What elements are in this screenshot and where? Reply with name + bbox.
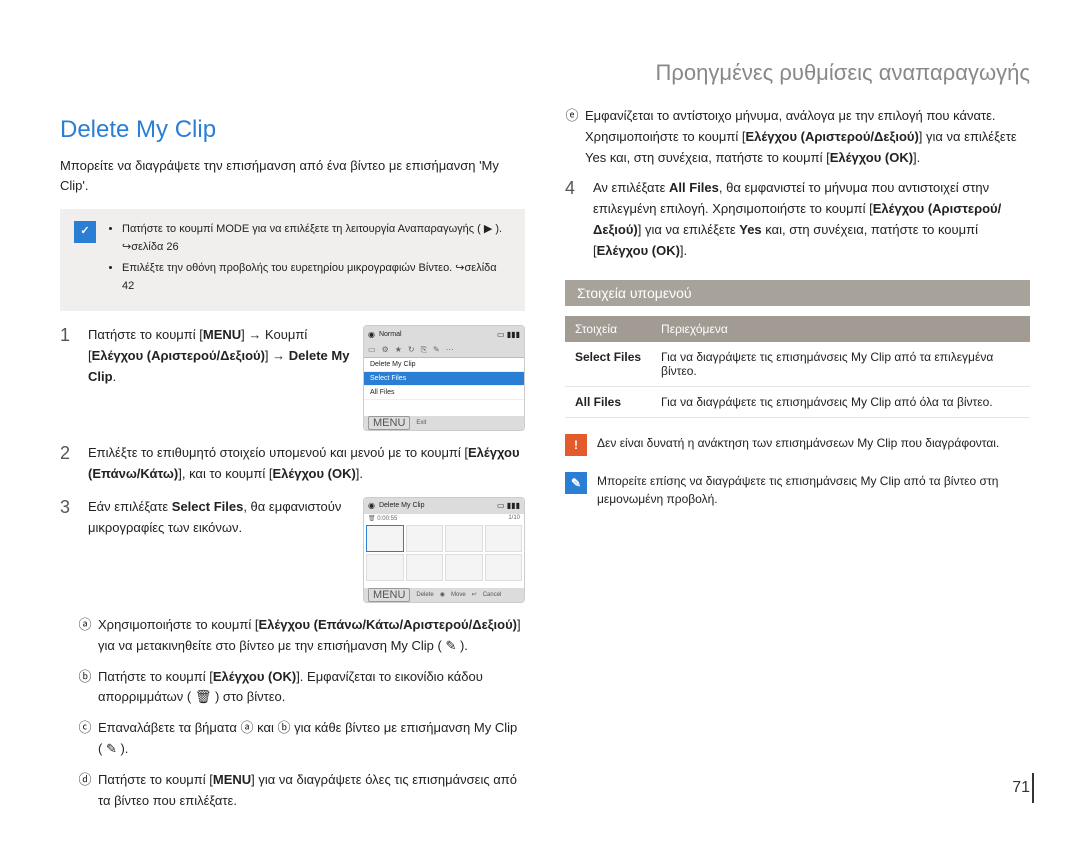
pencil-icon: ✎ (565, 472, 587, 494)
warning-note: ! Δεν είναι δυνατή η ανάκτηση των επισημ… (565, 434, 1030, 456)
thumbnail (485, 525, 523, 552)
checkmark-icon: ✓ (74, 221, 96, 243)
substep-d: ⓓ Πατήστε το κουμπί [MENU] για να διαγρά… (78, 770, 525, 812)
chapter-title: Προηγμένες ρυθμίσεις αναπαραγωγής (60, 60, 1030, 86)
thumbnail (445, 554, 483, 581)
menu-item-selected: Select Files (364, 372, 524, 386)
note-bullet: Επιλέξτε την οθόνη προβολής του ευρετηρί… (122, 260, 511, 295)
table-row: All Files Για να διαγράψετε τις επισημάν… (565, 386, 1030, 417)
table-header-item: Στοιχεία (565, 316, 651, 342)
menu-item: All Files (364, 386, 524, 400)
video-icon: ▭ (368, 345, 376, 354)
table-row: Select Files Για να διαγράψετε τις επιση… (565, 342, 1030, 387)
page-number: 71 (1012, 779, 1030, 797)
substep-e: ⓔ Εμφανίζεται το αντίστοιχο μήνυμα, ανάλ… (565, 106, 1030, 168)
step-number: 2 (60, 443, 78, 485)
lcd-screenshot-thumbnails: ◉ Delete My Clip ▭ ▮▮▮ 🗑 0:00:55 1/10 (363, 497, 525, 603)
section-title: Delete My Clip (60, 116, 525, 144)
step-3-text: Εάν επιλέξατε Select Files, θα εμφανιστο… (88, 497, 353, 603)
note-box: ✓ Πατήστε το κουμπί MODE για να επιλέξετ… (60, 209, 525, 311)
thumbnail (366, 525, 404, 552)
camera-icon: ◉ (368, 501, 375, 510)
lcd-screenshot-menu: ◉ Normal ▭ ▮▮▮ ▭ ⚙★↻⎘✎⋯ Delete My Clip S… (363, 325, 525, 431)
menu-key-icon: MENU (368, 416, 410, 430)
thumbnail (406, 554, 444, 581)
step-4-text: Αν επιλέξατε All Files, θα εμφανιστεί το… (593, 178, 1030, 261)
substep-b: ⓑ Πατήστε το κουμπί [Ελέγχου (OK)]. Εμφα… (78, 667, 525, 709)
intro-text: Μπορείτε να διαγράψετε την επισήμανση απ… (60, 156, 525, 195)
step-number: 4 (565, 178, 583, 261)
duration-text: 🗑 0:00:55 (368, 515, 397, 522)
thumbnail (366, 554, 404, 581)
substep-a: ⓐ Χρησιμοποιήστε το κουμπί [Ελέγχου (Επά… (78, 615, 525, 657)
count-text: 1/10 (508, 515, 520, 522)
battery-icon: ▭ ▮▮▮ (497, 501, 520, 510)
substep-c: ⓒ Επαναλάβετε τα βήματα ⓐ και ⓑ για κάθε… (78, 718, 525, 760)
step-1-text: Πατήστε το κουμπί [MENU] → Κουμπί [Ελέγχ… (88, 325, 353, 431)
battery-icon: ▭ ▮▮▮ (497, 330, 520, 339)
camera-icon: ◉ (368, 330, 375, 339)
thumbnail (485, 554, 523, 581)
step-number: 1 (60, 325, 78, 431)
step-number: 3 (60, 497, 78, 603)
step-2-text: Επιλέξτε το επιθυμητό στοιχείο υπομενού … (88, 443, 525, 485)
menu-item: Delete My Clip (364, 358, 524, 372)
submenu-heading: Στοιχεία υπομενού (565, 280, 1030, 306)
table-header-desc: Περιεχόμενα (651, 316, 1030, 342)
warning-icon: ! (565, 434, 587, 456)
note-bullet: Πατήστε το κουμπί MODE για να επιλέξετε … (122, 221, 511, 256)
thumbnail (406, 525, 444, 552)
submenu-table: Στοιχεία Περιεχόμενα Select Files Για να… (565, 316, 1030, 418)
menu-key-icon: MENU (368, 588, 410, 602)
info-note: ✎ Μπορείτε επίσης να διαγράψετε τις επισ… (565, 472, 1030, 508)
thumbnail (445, 525, 483, 552)
